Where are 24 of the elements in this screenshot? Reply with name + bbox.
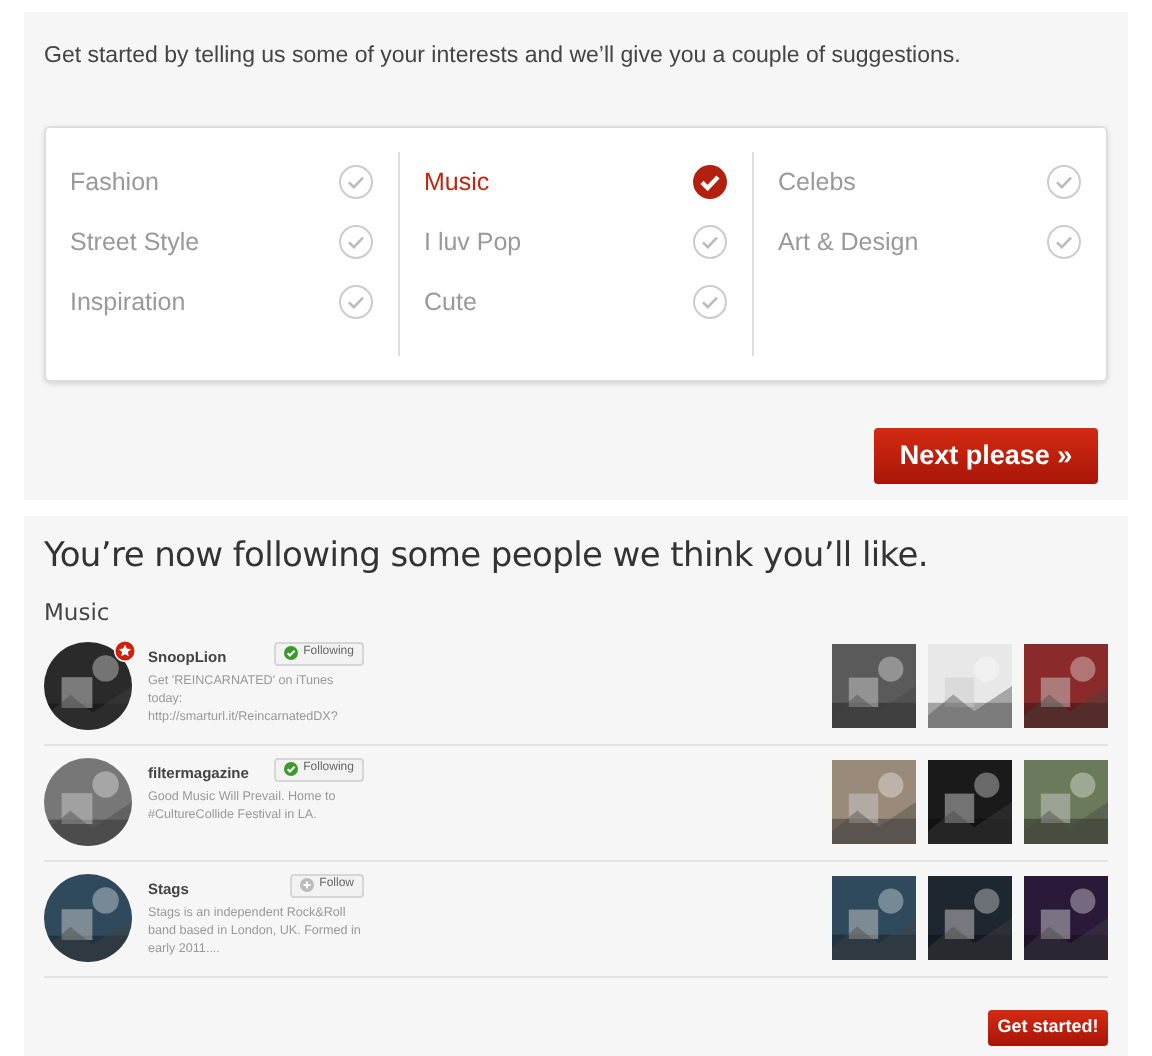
interest-option[interactable]: Street Style	[70, 222, 374, 263]
category-heading: Music	[44, 595, 112, 629]
check-icon	[338, 284, 374, 321]
get-started-button[interactable]: Get started!	[988, 1009, 1108, 1046]
plus-icon	[299, 878, 314, 893]
interest-option[interactable]: Inspiration	[70, 282, 374, 323]
interest-option[interactable]: Fashion	[70, 162, 374, 203]
check-icon	[283, 762, 298, 777]
next-button[interactable]: Next please »	[874, 428, 1098, 485]
check-icon	[1046, 164, 1082, 201]
check-icon	[338, 164, 374, 201]
section-title: You’re now following some people we think you’ll like.	[44, 534, 930, 580]
check-icon	[692, 284, 728, 321]
check-icon	[692, 164, 728, 201]
interest-option[interactable]: Music	[424, 162, 728, 203]
check-icon	[692, 224, 728, 261]
check-icon	[338, 224, 374, 261]
intro-text: Get started by telling us some of your interests and we’ll give you a couple of suggestions.	[44, 42, 963, 72]
interest-option[interactable]: Celebs	[778, 162, 1082, 203]
interest-option[interactable]: Art & Design	[778, 222, 1082, 263]
check-icon	[283, 646, 298, 661]
check-icon	[1046, 224, 1082, 261]
interest-option[interactable]: Cute	[424, 282, 728, 323]
interest-option[interactable]: I luv Pop	[424, 222, 728, 263]
